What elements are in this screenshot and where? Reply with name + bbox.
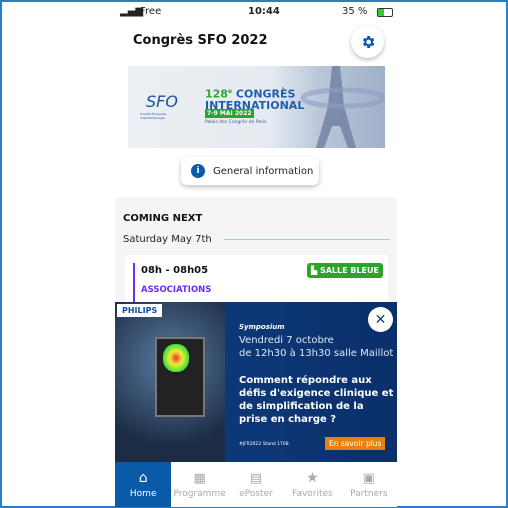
room-badge: ▙ SALLE BLEUE [307,263,383,278]
nav-home[interactable]: ⌂ Home [115,462,172,507]
gear-icon [362,35,374,48]
page-title: Congrès SFO 2022 [133,33,268,48]
close-icon: ✕ [374,311,387,328]
close-ad-button[interactable]: ✕ [368,307,393,332]
eiffel-tower-image [300,66,385,148]
nav-partners[interactable]: ▣ Partners [341,462,397,507]
banner-dates: 7-9 MAI 2022 [205,109,254,118]
battery-percent: 35 % [342,6,368,17]
bottom-nav: ⌂ Home ▦ Programme ▤ ePoster ★ Favorites ▣ Pa… [115,462,397,507]
nav-eposter[interactable]: ▤ ePoster [228,462,284,507]
home-icon: ⌂ [138,470,148,486]
nav-programme[interactable]: ▦ Programme [171,462,227,507]
info-icon: i [191,164,205,178]
general-information-button[interactable]: i General information [181,157,319,185]
poster-icon: ▤ [249,470,263,486]
advertisement[interactable]: PHILIPS Symposium Vendredi 7 octobre de 1… [115,302,397,462]
clock: 10:44 [248,6,280,17]
congress-banner[interactable]: SFO Société Française d'Ophtalmologie 12… [128,66,385,148]
event-category: ASSOCIATIONS [141,285,212,295]
shop-icon: ▣ [362,470,375,486]
ad-image [115,302,225,462]
event-time: 08h - 08h05 [141,265,209,276]
status-bar: ▂▄▆ Free 10:44 35 % [120,6,394,20]
calendar-icon: ▦ [193,470,206,486]
date-divider [224,239,390,240]
star-icon: ★ [306,470,319,486]
banner-venue: Palais des Congrès de Paris [205,120,267,125]
carrier: Free [140,6,162,17]
settings-button[interactable] [351,25,384,58]
section-heading: COMING NEXT [123,213,203,224]
philips-logo: PHILIPS [117,304,163,317]
sfo-logo: SFO [146,92,178,111]
date-heading: Saturday May 7th [123,234,212,245]
nav-favorites[interactable]: ★ Favorites [284,462,340,507]
category-bar [133,263,135,303]
learn-more-button[interactable]: En savoir plus [325,437,386,450]
battery-icon [377,8,393,17]
ad-headline: Comment répondre aux défis d'exigence cl… [239,375,394,425]
